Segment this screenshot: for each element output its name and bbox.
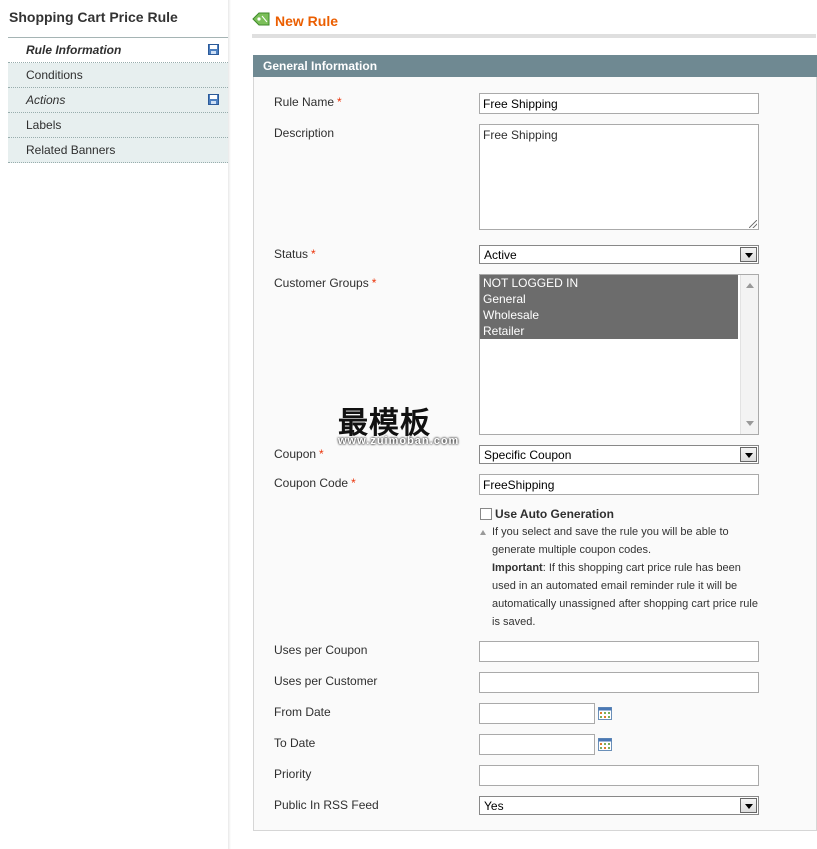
description-value: Free Shipping: [483, 128, 558, 142]
coupon-code-input[interactable]: FreeShipping: [479, 474, 759, 495]
auto-generation-note: If you select and save the rule you will…: [492, 526, 758, 628]
to-date-label: To Date: [274, 736, 316, 750]
uses-per-coupon-input[interactable]: [479, 641, 759, 662]
sidebar-title: Shopping Cart Price Rule: [9, 9, 178, 25]
status-select[interactable]: Active: [479, 245, 759, 264]
coupon-code-label: Coupon Code *: [274, 476, 356, 490]
to-date-input[interactable]: [479, 734, 595, 755]
sidebar-divider: [228, 0, 231, 849]
customer-groups-label: Customer Groups *: [274, 276, 377, 290]
dropdown-arrow-icon[interactable]: [740, 447, 757, 462]
from-date-input[interactable]: [479, 703, 595, 724]
calendar-icon[interactable]: [598, 707, 612, 720]
sidebar-tab-label: Actions: [26, 93, 66, 107]
scroll-down-icon[interactable]: [746, 421, 754, 426]
rss-feed-select[interactable]: Yes: [479, 796, 759, 815]
sidebar-tab-label: Conditions: [26, 68, 83, 82]
calendar-icon[interactable]: [598, 738, 612, 751]
page-title: New Rule: [275, 13, 339, 29]
dropdown-arrow-icon[interactable]: [740, 798, 757, 813]
coupon-label: Coupon *: [274, 447, 324, 461]
multiselect-scrollbar[interactable]: [740, 275, 758, 434]
fieldset-title: General Information: [253, 55, 817, 77]
sidebar-tab-label: Related Banners: [26, 143, 116, 157]
use-auto-generation-checkbox[interactable]: [480, 508, 492, 520]
resize-grip-icon[interactable]: [749, 220, 757, 228]
use-auto-generation-label: Use Auto Generation: [495, 507, 614, 521]
status-selected-value: Active: [484, 248, 517, 262]
priority-label: Priority: [274, 767, 312, 781]
dropdown-arrow-icon[interactable]: [740, 247, 757, 262]
description-label: Description: [274, 126, 335, 140]
customer-groups-multiselect[interactable]: NOT LOGGED IN General Wholesale Retailer: [479, 274, 759, 435]
customer-group-option[interactable]: Wholesale: [480, 307, 738, 323]
uses-per-customer-input[interactable]: [479, 672, 759, 693]
sidebar-tab-label: Rule Information: [26, 43, 122, 57]
status-label: Status *: [274, 247, 316, 261]
note-arrow-icon: [480, 530, 486, 535]
rss-selected-value: Yes: [484, 799, 504, 813]
description-textarea[interactable]: Free Shipping: [479, 124, 759, 230]
customer-group-option[interactable]: Retailer: [480, 323, 738, 339]
sidebar-tab-actions[interactable]: Actions: [8, 88, 228, 113]
customer-group-option[interactable]: NOT LOGGED IN: [480, 275, 738, 291]
sidebar-tabs: Rule Information Conditions Actions Labe…: [8, 37, 228, 163]
uses-per-customer-label: Uses per Customer: [274, 674, 378, 688]
page-header: New Rule: [252, 8, 816, 38]
from-date-label: From Date: [274, 705, 331, 719]
customer-group-option[interactable]: General: [480, 291, 738, 307]
sidebar-tab-conditions[interactable]: Conditions: [8, 63, 228, 88]
coupon-select[interactable]: Specific Coupon: [479, 445, 759, 464]
sidebar-tab-related-banners[interactable]: Related Banners: [8, 138, 228, 163]
save-icon: [208, 44, 219, 55]
watermark-url: www.zuimoban.com: [338, 435, 460, 447]
sidebar-tab-rule-information[interactable]: Rule Information: [8, 38, 228, 63]
uses-per-coupon-label: Uses per Coupon: [274, 643, 368, 657]
rule-name-label: Rule Name *: [274, 95, 342, 109]
coupon-selected-value: Specific Coupon: [484, 448, 572, 462]
save-icon: [208, 94, 219, 105]
sidebar-tab-label: Labels: [26, 118, 62, 132]
price-tag-icon: [252, 12, 270, 26]
priority-input[interactable]: [479, 765, 759, 786]
rule-name-input[interactable]: Free Shipping: [479, 93, 759, 114]
sidebar-tab-labels[interactable]: Labels: [8, 113, 228, 138]
rss-feed-label: Public In RSS Feed: [274, 798, 379, 812]
scroll-up-icon[interactable]: [746, 283, 754, 288]
